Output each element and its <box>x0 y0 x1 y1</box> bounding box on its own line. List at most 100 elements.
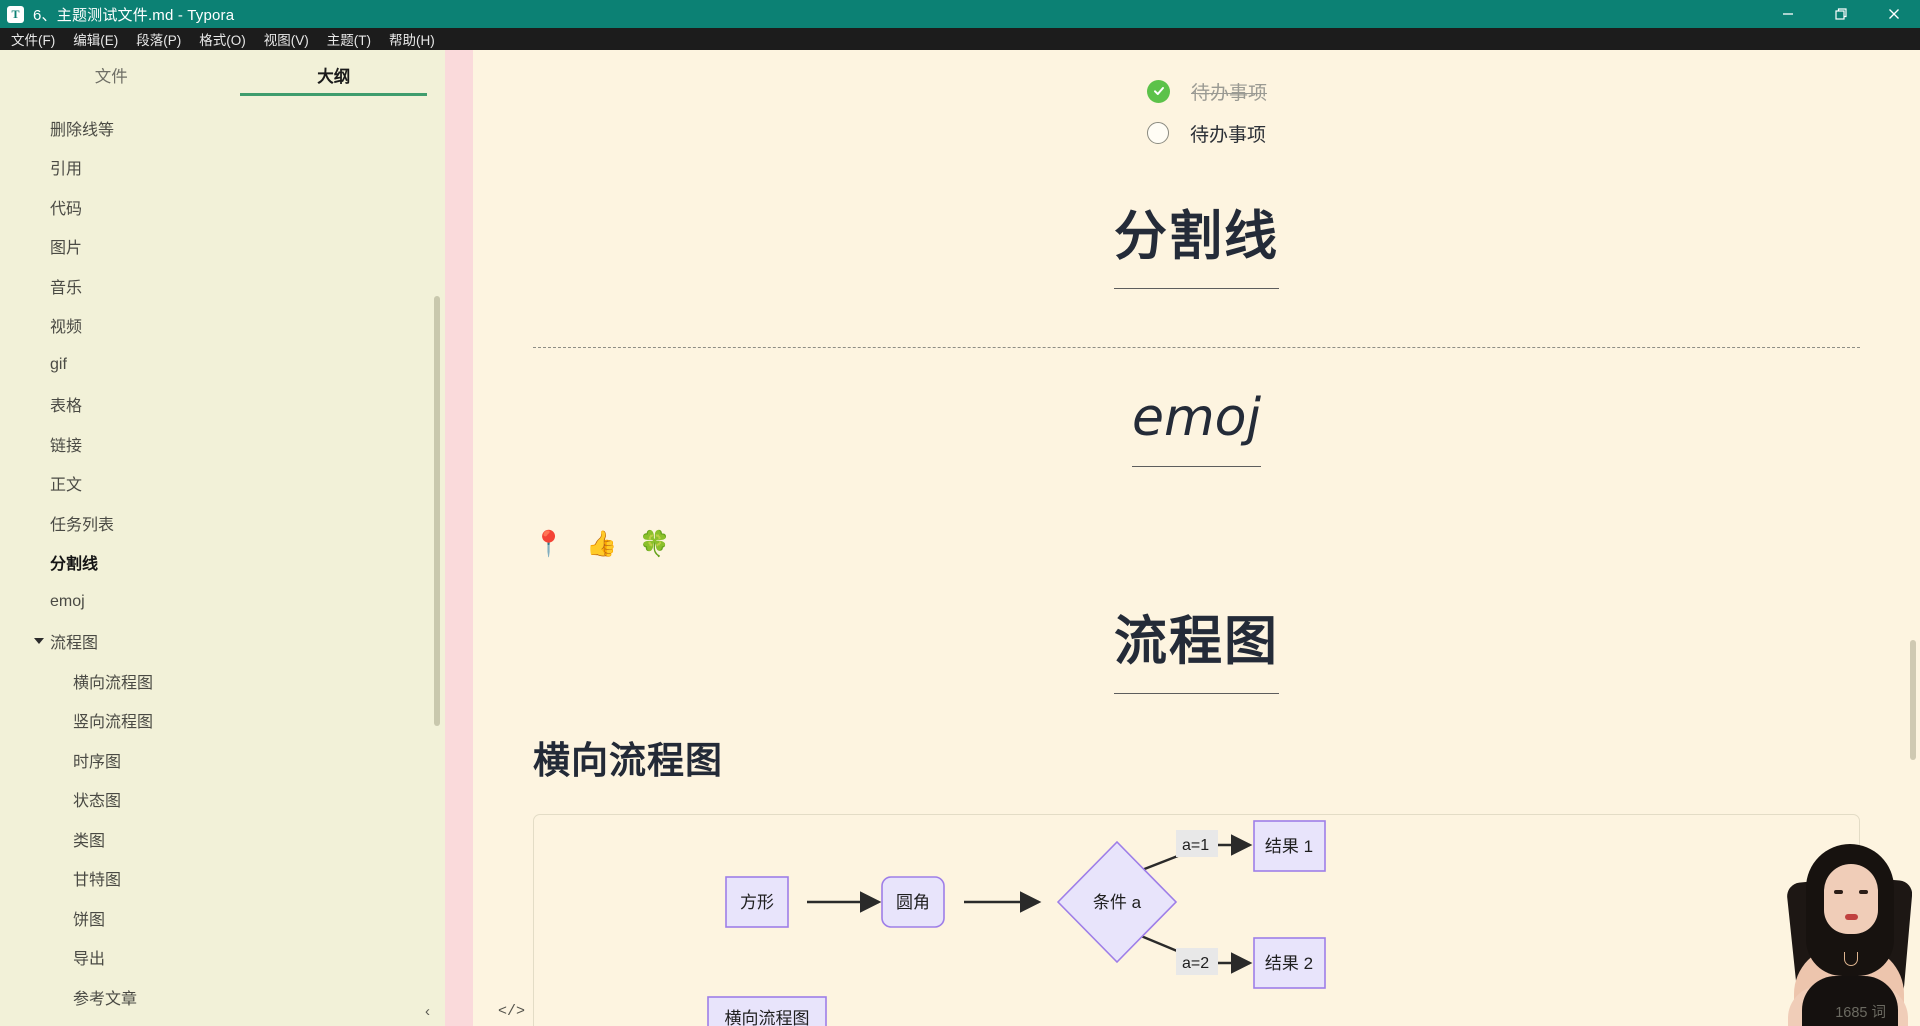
heading-flowchart: 流程图 <box>533 599 1860 694</box>
flowchart-diagram[interactable]: a=1 a=2 方形 圆角 条件 a 结果 1 结果 2 横向流程图 <box>533 814 1860 1026</box>
task-item[interactable]: 待办事项 <box>1147 112 1860 154</box>
chevron-down-icon[interactable] <box>34 638 44 645</box>
outline-item[interactable]: 任务列表 <box>0 503 445 543</box>
sidebar-collapse-area: ‹ <box>0 1003 445 1020</box>
menu-help[interactable]: 帮助(H) <box>380 27 444 52</box>
outline-item[interactable]: 甘特图 <box>0 859 445 899</box>
outline-item[interactable]: gif <box>0 345 445 385</box>
close-button[interactable] <box>1867 0 1920 28</box>
outline-item[interactable]: 引用 <box>0 148 445 188</box>
source-code-mode-icon[interactable]: </> <box>498 1003 525 1020</box>
app-shell: 文件 大纲 删除线等 引用 代码 图片 音乐 视频 gif 表格 链接 正文 任… <box>0 50 1920 1026</box>
outline-item-label: 表格 <box>50 398 83 416</box>
menu-file[interactable]: 文件(F) <box>2 27 64 52</box>
outline-item[interactable]: 导出 <box>0 938 445 978</box>
flowchart-svg: a=1 a=2 方形 圆角 条件 a 结果 1 结果 2 横向流程图 <box>707 820 1326 1026</box>
menu-bar: 文件(F) 编辑(E) 段落(P) 格式(O) 视图(V) 主题(T) 帮助(H… <box>0 28 1920 50</box>
outline-item-label: 视频 <box>50 319 83 337</box>
menu-view[interactable]: 视图(V) <box>255 27 318 52</box>
outline-item-label: 任务列表 <box>50 516 115 534</box>
outline-item-active[interactable]: 分割线 <box>0 543 445 583</box>
checkbox-checked-icon[interactable] <box>1147 79 1170 103</box>
emoji-row: 📍 👍 🍀 <box>533 529 678 558</box>
outline-item[interactable]: 链接 <box>0 424 445 464</box>
outline-item[interactable]: 竖向流程图 <box>0 701 445 741</box>
outline-item-label: 删除线等 <box>50 121 115 139</box>
outline-item-label: 音乐 <box>50 279 83 297</box>
outline-item-label: 引用 <box>50 161 83 179</box>
outline-item[interactable]: 删除线等 <box>0 108 445 148</box>
heading-divider: 分割线 <box>533 194 1860 289</box>
outline-item[interactable]: 视频 <box>0 306 445 346</box>
outline-item-label: 正文 <box>50 477 83 495</box>
outline-item-label: 代码 <box>50 200 83 218</box>
collapse-sidebar-icon[interactable]: ‹ <box>425 1003 430 1020</box>
heading-emoj: emoj <box>533 388 1860 467</box>
menu-paragraph[interactable]: 段落(P) <box>127 27 190 52</box>
maximize-button[interactable] <box>1814 0 1867 28</box>
outline-item-label: 甘特图 <box>73 872 122 890</box>
outline-item-label: 分割线 <box>50 556 99 574</box>
sidebar-scrollbar[interactable] <box>434 296 440 726</box>
outline-item[interactable]: 表格 <box>0 385 445 425</box>
outline-item-label: 横向流程图 <box>73 674 154 692</box>
outline-item[interactable]: 饼图 <box>0 898 445 938</box>
task-list: 待办事项 待办事项 <box>533 50 1860 154</box>
outline-list: 删除线等 引用 代码 图片 音乐 视频 gif 表格 链接 正文 任务列表 分割… <box>0 96 445 1026</box>
tab-outline[interactable]: 大纲 <box>223 63 446 96</box>
outline-item-label: 饼图 <box>73 911 106 929</box>
sidebar-tabs: 文件 大纲 <box>0 50 445 96</box>
outline-item-label: 图片 <box>50 240 83 258</box>
node-label-condition: 条件 a <box>1093 893 1142 912</box>
outline-item-label: 链接 <box>50 437 83 455</box>
checkbox-unchecked-icon[interactable] <box>1147 122 1169 144</box>
node-label-yuanjiao: 圆角 <box>896 893 930 912</box>
editor-area[interactable]: 待办事项 待办事项 分割线 emoj 📍 👍 🍀 流程图 横向流程图 a=1 a… <box>473 50 1920 1026</box>
outline-item-label: 竖向流程图 <box>73 714 154 732</box>
task-label: 待办事项 <box>1191 82 1268 104</box>
outline-item[interactable]: 横向流程图 <box>0 661 445 701</box>
outline-item[interactable]: 音乐 <box>0 266 445 306</box>
heading-divider-text: 分割线 <box>1114 194 1279 289</box>
menu-theme[interactable]: 主题(T) <box>318 27 380 52</box>
content-scrollbar[interactable] <box>1910 640 1916 760</box>
status-right-area: </> 1685 词 <box>473 1001 1920 1022</box>
outline-item[interactable]: 流程图 <box>0 622 445 662</box>
title-bar: T 6、主题测试文件.md - Typora <box>0 0 1920 28</box>
outline-item-label: emoj <box>50 592 85 610</box>
outline-item-label: 流程图 <box>50 635 99 653</box>
menu-edit[interactable]: 编辑(E) <box>64 27 127 52</box>
edge-label-a2: a=2 <box>1182 955 1209 972</box>
heading-horizontal-flowchart: 横向流程图 <box>533 741 723 782</box>
edge-label-a1: a=1 <box>1182 837 1209 854</box>
word-count-label[interactable]: 1685 词 <box>1835 1001 1886 1022</box>
heading-flowchart-text: 流程图 <box>1114 599 1279 694</box>
outline-item[interactable]: 图片 <box>0 227 445 267</box>
outline-item[interactable]: 状态图 <box>0 780 445 820</box>
outline-item[interactable]: 正文 <box>0 464 445 504</box>
sidebar: 文件 大纲 删除线等 引用 代码 图片 音乐 视频 gif 表格 链接 正文 任… <box>0 50 445 1026</box>
document-body: 待办事项 待办事项 分割线 emoj 📍 👍 🍀 流程图 横向流程图 a=1 a… <box>473 50 1920 1026</box>
outline-item[interactable]: 类图 <box>0 819 445 859</box>
outline-item-label: gif <box>50 355 67 373</box>
node-label-result2: 结果 2 <box>1265 954 1313 973</box>
accent-strip <box>445 50 473 1026</box>
outline-item-label: 状态图 <box>73 793 122 811</box>
heading-emoj-text: emoj <box>1132 388 1261 467</box>
outline-item-label: 类图 <box>73 832 106 850</box>
tab-files[interactable]: 文件 <box>0 63 223 96</box>
outline-item[interactable]: emoj <box>0 582 445 622</box>
task-item[interactable]: 待办事项 <box>1147 70 1860 112</box>
outline-item[interactable]: 代码 <box>0 187 445 227</box>
task-label: 待办事项 <box>1190 124 1267 146</box>
node-label-fangxing: 方形 <box>740 893 774 912</box>
outline-item[interactable]: 时序图 <box>0 740 445 780</box>
app-logo-icon: T <box>7 5 24 23</box>
window-title: 6、主题测试文件.md - Typora <box>33 6 235 24</box>
horizontal-rule <box>533 347 1860 348</box>
window-controls <box>1761 0 1920 28</box>
outline-item-label: 时序图 <box>73 753 122 771</box>
outline-item-label: 导出 <box>73 951 106 969</box>
minimize-button[interactable] <box>1761 0 1814 28</box>
menu-format[interactable]: 格式(O) <box>190 27 255 52</box>
